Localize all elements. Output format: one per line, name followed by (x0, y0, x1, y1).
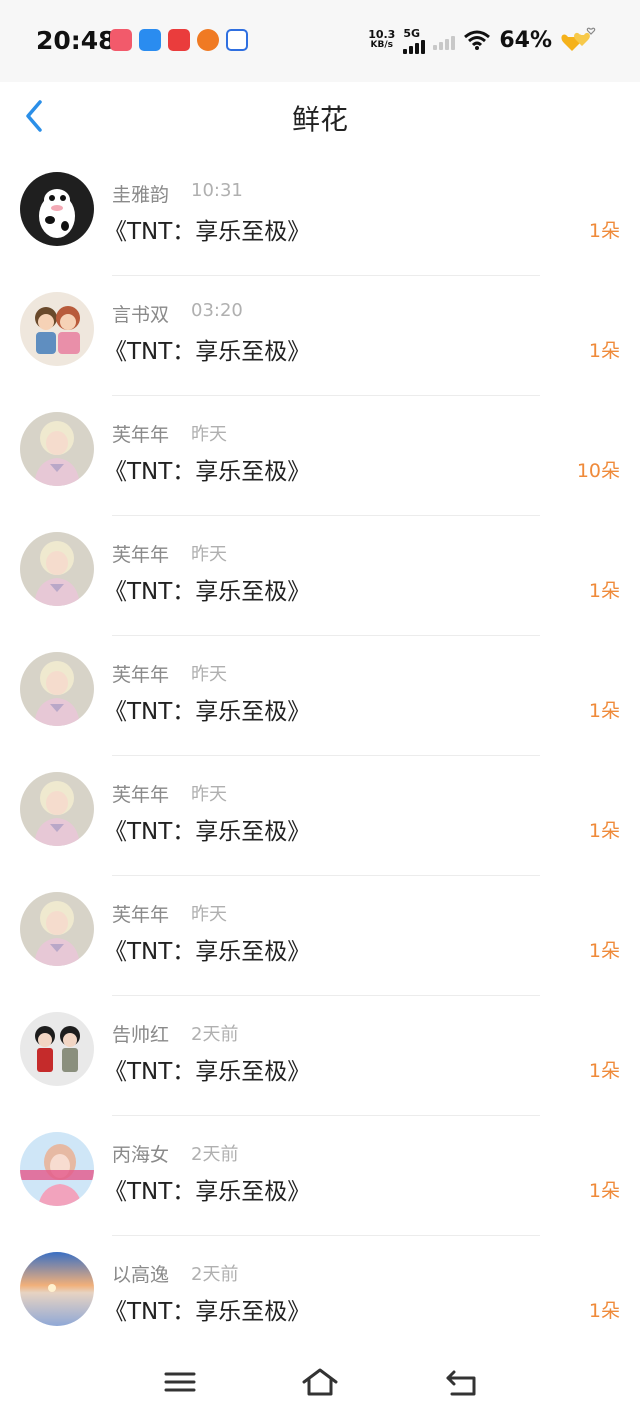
sent-time: 2天前 (191, 1264, 239, 1285)
menu-icon[interactable] (160, 1366, 200, 1398)
work-title: 《TNT：享乐至极》 (104, 1059, 311, 1085)
flower-count: 1朵 (588, 1060, 620, 1082)
avatar[interactable] (20, 892, 94, 966)
battery-level: 64% (499, 27, 552, 53)
network-type: 5G (403, 26, 421, 40)
work-title: 《TNT：享乐至极》 (104, 1299, 311, 1325)
avatar[interactable] (20, 1252, 94, 1326)
list-item[interactable]: 芙年年 昨天 《TNT：享乐至极》 10朵 (0, 396, 640, 516)
battery-hearts-icon (561, 27, 596, 51)
flower-count: 10朵 (576, 460, 620, 482)
sent-time: 昨天 (191, 544, 227, 565)
sent-time: 10:31 (191, 180, 243, 201)
work-title: 《TNT：享乐至极》 (104, 339, 311, 365)
avatar[interactable] (20, 172, 94, 246)
sender-name: 言书双 (112, 304, 170, 326)
game-icon (168, 29, 190, 51)
list-item[interactable]: 芙年年 昨天 《TNT：享乐至极》 1朵 (0, 756, 640, 876)
home-icon[interactable] (300, 1366, 340, 1398)
sender-name: 告帅红 (112, 1024, 170, 1046)
flower-count: 1朵 (588, 220, 620, 242)
flowers-page: 20:48 10.3 KB/s 5G 64% 鲜花 圭雅韵 10:31 《TNT… (0, 0, 640, 1422)
sender-name: 芙年年 (112, 424, 170, 446)
work-title: 《TNT：享乐至极》 (104, 699, 311, 725)
list-item[interactable]: 芙年年 昨天 《TNT：享乐至极》 1朵 (0, 516, 640, 636)
flower-count: 1朵 (588, 1300, 620, 1322)
sent-time: 昨天 (191, 904, 227, 925)
navigation-icon (139, 29, 161, 51)
back-icon[interactable] (442, 1366, 482, 1398)
list-item[interactable]: 芙年年 昨天 《TNT：享乐至极》 1朵 (0, 876, 640, 996)
list-item[interactable]: 芙年年 昨天 《TNT：享乐至极》 1朵 (0, 636, 640, 756)
sender-name: 芙年年 (112, 664, 170, 686)
sent-time: 2天前 (191, 1024, 239, 1045)
notification-icons (110, 29, 248, 51)
sent-time: 昨天 (191, 664, 227, 685)
flower-count: 1朵 (588, 940, 620, 962)
list-item[interactable]: 告帅红 2天前 《TNT：享乐至极》 1朵 (0, 996, 640, 1116)
flower-list: 圭雅韵 10:31 《TNT：享乐至极》 1朵 言书双 03:20 《TNT：享… (0, 156, 640, 1356)
avatar[interactable] (20, 292, 94, 366)
work-title: 《TNT：享乐至极》 (104, 219, 311, 245)
sender-name: 芙年年 (112, 544, 170, 566)
avatar[interactable] (20, 412, 94, 486)
net-speed-value: 10.3 (368, 28, 396, 41)
status-time: 20:48 (36, 26, 116, 55)
net-speed-unit: KB/s (370, 40, 393, 50)
work-title: 《TNT：享乐至极》 (104, 579, 311, 605)
sent-time: 昨天 (191, 784, 227, 805)
sent-time: 2天前 (191, 1144, 239, 1165)
net-speed: 10.3 KB/s (368, 29, 395, 51)
sender-name: 丙海女 (112, 1144, 170, 1166)
wifi-icon (464, 30, 491, 50)
status-bar: 20:48 10.3 KB/s 5G 64% (0, 0, 640, 82)
system-nav-bar (0, 1346, 640, 1422)
flower-count: 1朵 (588, 580, 620, 602)
signal-sim2-icon (433, 36, 456, 50)
sender-name: 芙年年 (112, 784, 170, 806)
avatar[interactable] (20, 1012, 94, 1086)
halloween-icon (197, 29, 219, 51)
avatar[interactable] (20, 532, 94, 606)
flower-count: 1朵 (588, 820, 620, 842)
list-item[interactable]: 言书双 03:20 《TNT：享乐至极》 1朵 (0, 276, 640, 396)
flower-count: 1朵 (588, 340, 620, 362)
list-item[interactable]: 圭雅韵 10:31 《TNT：享乐至极》 1朵 (0, 156, 640, 276)
flower-count: 1朵 (588, 1180, 620, 1202)
list-item[interactable]: 以高逸 2天前 《TNT：享乐至极》 1朵 (0, 1236, 640, 1356)
signal-icon (403, 39, 426, 54)
list-item[interactable]: 丙海女 2天前 《TNT：享乐至极》 1朵 (0, 1116, 640, 1236)
avatar[interactable] (20, 652, 94, 726)
work-title: 《TNT：享乐至极》 (104, 939, 311, 965)
avatar[interactable] (20, 772, 94, 846)
sent-time: 昨天 (191, 424, 227, 445)
work-title: 《TNT：享乐至极》 (104, 819, 311, 845)
sender-name: 以高逸 (112, 1264, 170, 1286)
status-indicators: 10.3 KB/s 5G 64% (368, 25, 600, 55)
baidu-icon (226, 29, 248, 51)
douyin-icon (110, 29, 132, 51)
work-title: 《TNT：享乐至极》 (104, 1179, 311, 1205)
sender-name: 圭雅韵 (112, 184, 170, 206)
flower-count: 1朵 (588, 700, 620, 722)
page-title: 鲜花 (291, 103, 348, 136)
avatar[interactable] (20, 1132, 94, 1206)
sender-name: 芙年年 (112, 904, 170, 926)
top-bar: 鲜花 (0, 82, 640, 150)
sent-time: 03:20 (191, 300, 243, 321)
work-title: 《TNT：享乐至极》 (104, 459, 311, 485)
